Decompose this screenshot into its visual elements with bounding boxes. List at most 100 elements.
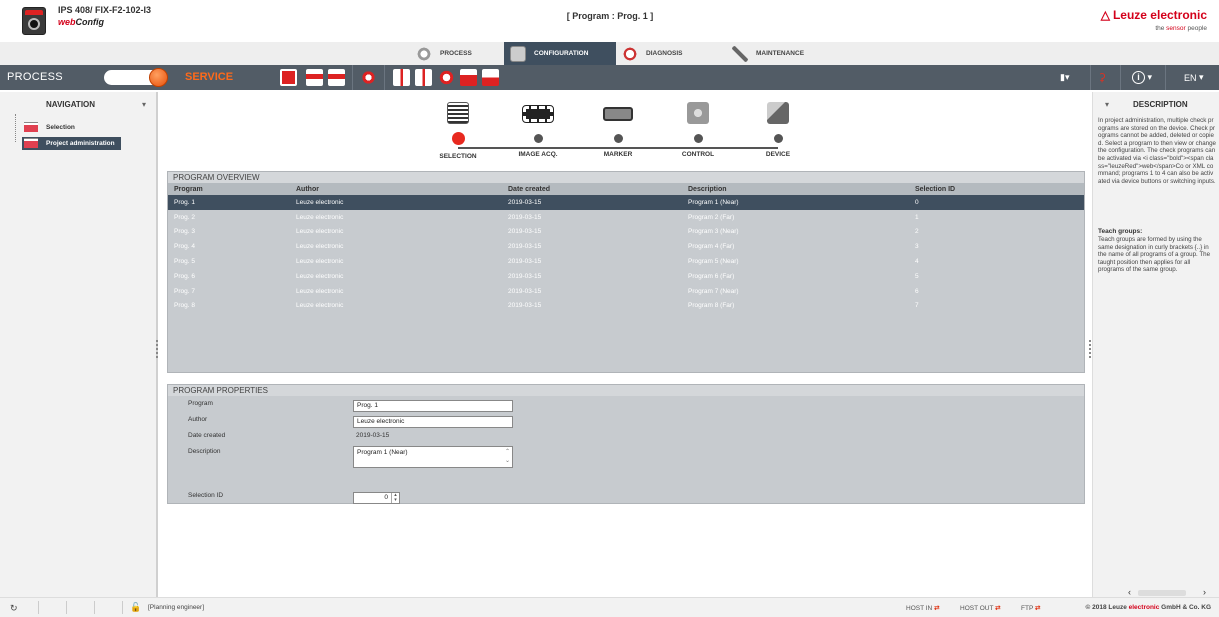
- program-name-input[interactable]: Prog. 1: [353, 400, 513, 412]
- ftp-status: FTP ⇄: [1021, 605, 1041, 612]
- network-icon[interactable]: ⚳: [1098, 69, 1106, 86]
- folder-icon: [24, 139, 38, 148]
- toggle-knob[interactable]: [149, 68, 168, 87]
- description-panel: ▾ DESCRIPTION In project administration,…: [1092, 92, 1219, 597]
- service-mode-label: SERVICE: [185, 71, 234, 83]
- column-header-author[interactable]: Author: [296, 186, 508, 193]
- app-name: webConfig: [58, 17, 105, 27]
- language-menu[interactable]: EN ▾: [1184, 69, 1204, 86]
- table-row[interactable]: Prog. 2 Leuze electronic 2019-03-15 Program…: [168, 210, 1084, 225]
- toolbar: PROCESS SERVICE ▮▾ ⚳ i ▾ EN ▾: [0, 65, 1219, 90]
- live-image-icon[interactable]: [280, 69, 297, 86]
- tools-icon: [732, 45, 748, 62]
- tab-process[interactable]: PROCESS: [410, 42, 504, 65]
- description-label: Description: [188, 448, 221, 455]
- program-title: [ Program : Prog. 1 ]: [566, 11, 654, 21]
- step-device[interactable]: DEVICE: [743, 102, 813, 158]
- brand-logo: △ Leuze electronic: [1100, 8, 1207, 22]
- transfer-arrows-icon: ⇄: [1034, 605, 1041, 612]
- column-header-selection-id[interactable]: Selection ID: [915, 186, 1065, 193]
- erase-icon[interactable]: [482, 69, 499, 86]
- step-indicator: [773, 134, 783, 143]
- step-control[interactable]: CONTROL: [663, 102, 733, 158]
- step-selection[interactable]: SELECTION: [423, 102, 493, 160]
- folder-icon: [24, 123, 38, 132]
- reset-icon[interactable]: [438, 69, 455, 86]
- navigation-panel: NAVIGATION ▾ Selection Project administr…: [0, 92, 158, 597]
- import-icon[interactable]: [328, 69, 345, 86]
- gear-eye-icon: [416, 45, 432, 62]
- description-textarea[interactable]: Program 1 (Near) ⌃ ⌄: [353, 446, 513, 468]
- table-row[interactable]: Prog. 4 Leuze electronic 2019-03-15 Program…: [168, 239, 1084, 254]
- selection-id-stepper[interactable]: 0 ▴ ▾: [353, 492, 400, 504]
- export-icon[interactable]: [306, 69, 323, 86]
- column-header-date[interactable]: Date created: [508, 186, 688, 193]
- step-indicator: [613, 134, 623, 143]
- stepper-arrows-icon[interactable]: ▴ ▾: [391, 493, 399, 503]
- film-icon: [522, 105, 554, 123]
- program-overview-title: PROGRAM OVERVIEW: [168, 172, 1084, 183]
- program-properties-panel: PROGRAM PROPERTIES Program Prog. 1 Autho…: [167, 384, 1085, 504]
- teach-groups-text: Teach groups are formed by using the sam…: [1098, 236, 1211, 274]
- pin-icon[interactable]: ▾: [142, 100, 146, 109]
- table-row[interactable]: Prog. 5 Leuze electronic 2019-03-15 Program…: [168, 254, 1084, 269]
- info-icon: i: [1132, 71, 1145, 84]
- device-camera-icon: [22, 7, 46, 35]
- device-status-icon[interactable]: ▮▾: [1060, 69, 1069, 86]
- table-row[interactable]: Prog. 7 Leuze electronic 2019-03-15 Program…: [168, 284, 1084, 299]
- left-splitter[interactable]: [156, 340, 158, 358]
- host-out-status: HOST OUT ⇄: [960, 605, 1001, 612]
- diagnosis-icon: [622, 45, 638, 62]
- status-bar: ↻ 🔓 [Planning engineer] HOST IN ⇄ HOST O…: [0, 597, 1219, 617]
- table-row[interactable]: Prog. 8 Leuze electronic 2019-03-15 Program…: [168, 299, 1084, 314]
- program-label: Program: [188, 400, 213, 407]
- mode-toggle[interactable]: [104, 68, 168, 87]
- step-image-acq[interactable]: IMAGE ACQ.: [503, 102, 573, 158]
- right-splitter[interactable]: [1089, 340, 1091, 358]
- author-label: Author: [188, 416, 208, 423]
- textarea-scroll-icon: ⌃ ⌄: [504, 449, 510, 464]
- brand-tagline: the sensor people: [1155, 25, 1207, 32]
- device-name: IPS 408/ FIX-F2-102-I3: [58, 5, 152, 15]
- step-marker[interactable]: MARKER: [583, 102, 653, 158]
- record-icon[interactable]: [360, 69, 377, 86]
- step-indicator: [533, 134, 543, 143]
- table-row[interactable]: Prog. 3 Leuze electronic 2019-03-15 Program…: [168, 225, 1084, 240]
- teach-icon[interactable]: [415, 69, 432, 86]
- program-properties-title: PROGRAM PROPERTIES: [168, 385, 1084, 396]
- trigger-icon[interactable]: [393, 69, 410, 86]
- navigation-title: NAVIGATION: [46, 100, 96, 109]
- scroll-thumb[interactable]: [1138, 590, 1186, 596]
- date-created-value: 2019-03-15: [356, 432, 390, 439]
- nav-item-project-administration[interactable]: Project administration: [22, 137, 121, 150]
- selection-id-label: Selection ID: [188, 492, 224, 499]
- author-input[interactable]: Leuze electronic: [353, 416, 513, 428]
- refresh-icon[interactable]: ↻: [10, 603, 18, 614]
- tab-maintenance[interactable]: MAINTENANCE: [726, 42, 836, 65]
- step-indicator-active: [451, 132, 465, 145]
- column-header-program[interactable]: Program: [168, 186, 296, 193]
- column-header-description[interactable]: Description: [688, 186, 915, 193]
- table-header: Program Author Date created Description …: [168, 183, 1084, 195]
- tab-configuration[interactable]: CONFIGURATION: [504, 42, 616, 65]
- unlock-icon[interactable]: 🔓: [130, 602, 141, 613]
- info-menu[interactable]: i ▾: [1132, 69, 1152, 86]
- configuration-icon: [510, 45, 526, 62]
- tab-diagnosis[interactable]: DIAGNOSIS: [616, 42, 726, 65]
- save-icon[interactable]: [460, 69, 477, 86]
- description-text: In project administration, multiple chec…: [1098, 117, 1216, 185]
- horizontal-scrollbar[interactable]: ‹ ›: [1128, 587, 1206, 597]
- pin-icon[interactable]: ▾: [1105, 100, 1109, 109]
- description-title: DESCRIPTION: [1133, 100, 1188, 109]
- step-indicator: [693, 134, 703, 143]
- brand-triangle-icon: △: [1100, 8, 1110, 22]
- device-settings-icon: [767, 102, 789, 124]
- program-overview-panel: PROGRAM OVERVIEW Program Author Date cre…: [167, 171, 1085, 373]
- scroll-right-icon[interactable]: ›: [1203, 587, 1206, 597]
- table-row[interactable]: Prog. 1 Leuze electronic 2019-03-15 Program…: [168, 195, 1084, 210]
- scroll-left-icon[interactable]: ‹: [1128, 587, 1131, 597]
- nav-item-selection[interactable]: Selection: [22, 121, 81, 134]
- table-row[interactable]: Prog. 6 Leuze electronic 2019-03-15 Program…: [168, 269, 1084, 284]
- marker-icon: [603, 107, 633, 121]
- main-tabs: PROCESS CONFIGURATION DIAGNOSIS MAINTENA…: [0, 42, 1219, 65]
